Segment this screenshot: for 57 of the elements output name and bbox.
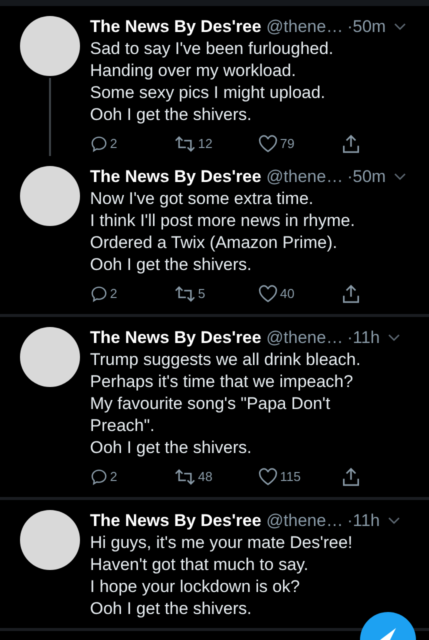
- tweet-text-line: Handing over my workload.: [90, 60, 296, 82]
- reply-button[interactable]: 2: [90, 134, 174, 154]
- like-button[interactable]: 115: [258, 467, 342, 487]
- like-button[interactable]: 79: [258, 134, 342, 154]
- tweet-text-line: Ooh I get the shivers.: [90, 598, 252, 620]
- tweet-time: ·50m: [347, 166, 386, 188]
- display-name[interactable]: The News By Des'ree: [90, 327, 262, 349]
- chevron-icon[interactable]: [388, 334, 400, 342]
- tweet-text-line: Haven't got that much to say.: [90, 554, 308, 576]
- tweet-time: ·50m: [347, 16, 386, 38]
- share-icon: [342, 284, 360, 304]
- tweet-text-line: Some sexy pics I might upload.: [90, 82, 326, 104]
- tweet-text-line: Ordered a Twix (Amazon Prime).: [90, 232, 338, 254]
- tweet-text-line: I think I'll post more news in rhyme.: [90, 210, 355, 232]
- tweet-text-line: Hi guys, it's me your mate Des'ree!: [90, 532, 353, 554]
- share-icon: [342, 134, 360, 154]
- tweet-time: ·11h: [347, 327, 380, 349]
- user-handle: @thene…: [266, 510, 344, 532]
- retweet-icon: [174, 285, 196, 303]
- display-name[interactable]: The News By Des'ree: [90, 166, 262, 188]
- retweet-icon: [174, 135, 196, 153]
- share-icon: [342, 467, 360, 487]
- user-handle: @thene…: [266, 327, 344, 349]
- tweet-text-line: Ooh I get the shivers.: [90, 254, 252, 276]
- share-button[interactable]: [342, 134, 360, 154]
- heart-icon: [258, 135, 278, 153]
- chevron-icon[interactable]: [388, 517, 400, 525]
- retweet-button[interactable]: 48: [174, 467, 258, 487]
- tweet-text-line: Ooh I get the shivers.: [90, 104, 252, 126]
- reply-button[interactable]: 2: [90, 284, 174, 304]
- tweet-text-line: Now I've got some extra time.: [90, 188, 314, 210]
- heart-icon: [258, 285, 278, 303]
- like-button[interactable]: 40: [258, 284, 342, 304]
- retweet-button[interactable]: 5: [174, 284, 258, 304]
- tweet-text-line: Ooh I get the shivers.: [90, 437, 252, 459]
- heart-icon: [258, 468, 278, 486]
- tweet-text-line: Perhaps it's time that we impeach?: [90, 371, 354, 393]
- display-name[interactable]: The News By Des'ree: [90, 16, 262, 38]
- tweet-text-line: Sad to say I've been furloughed.: [90, 38, 334, 60]
- compose-icon: [378, 626, 398, 640]
- tweet-text-line: My favourite song's "Papa Don't Preach".: [90, 393, 332, 437]
- chevron-icon[interactable]: [394, 23, 406, 31]
- user-handle: @thene…: [266, 166, 344, 188]
- reply-icon: [90, 468, 108, 486]
- user-handle: @thene…: [266, 16, 344, 38]
- retweet-icon: [174, 468, 196, 486]
- retweet-button[interactable]: 12: [174, 134, 258, 154]
- display-name[interactable]: The News By Des'ree: [90, 510, 262, 532]
- tweet-text-line: Trump suggests we all drink bleach.: [90, 349, 361, 371]
- reply-button[interactable]: 2: [90, 467, 174, 487]
- reply-icon: [90, 285, 108, 303]
- share-button[interactable]: [342, 284, 360, 304]
- share-button[interactable]: [342, 467, 360, 487]
- tweet-text-line: I hope your lockdown is ok?: [90, 576, 300, 598]
- chevron-icon[interactable]: [394, 173, 406, 181]
- tweet-time: ·11h: [347, 510, 380, 532]
- reply-icon: [90, 135, 108, 153]
